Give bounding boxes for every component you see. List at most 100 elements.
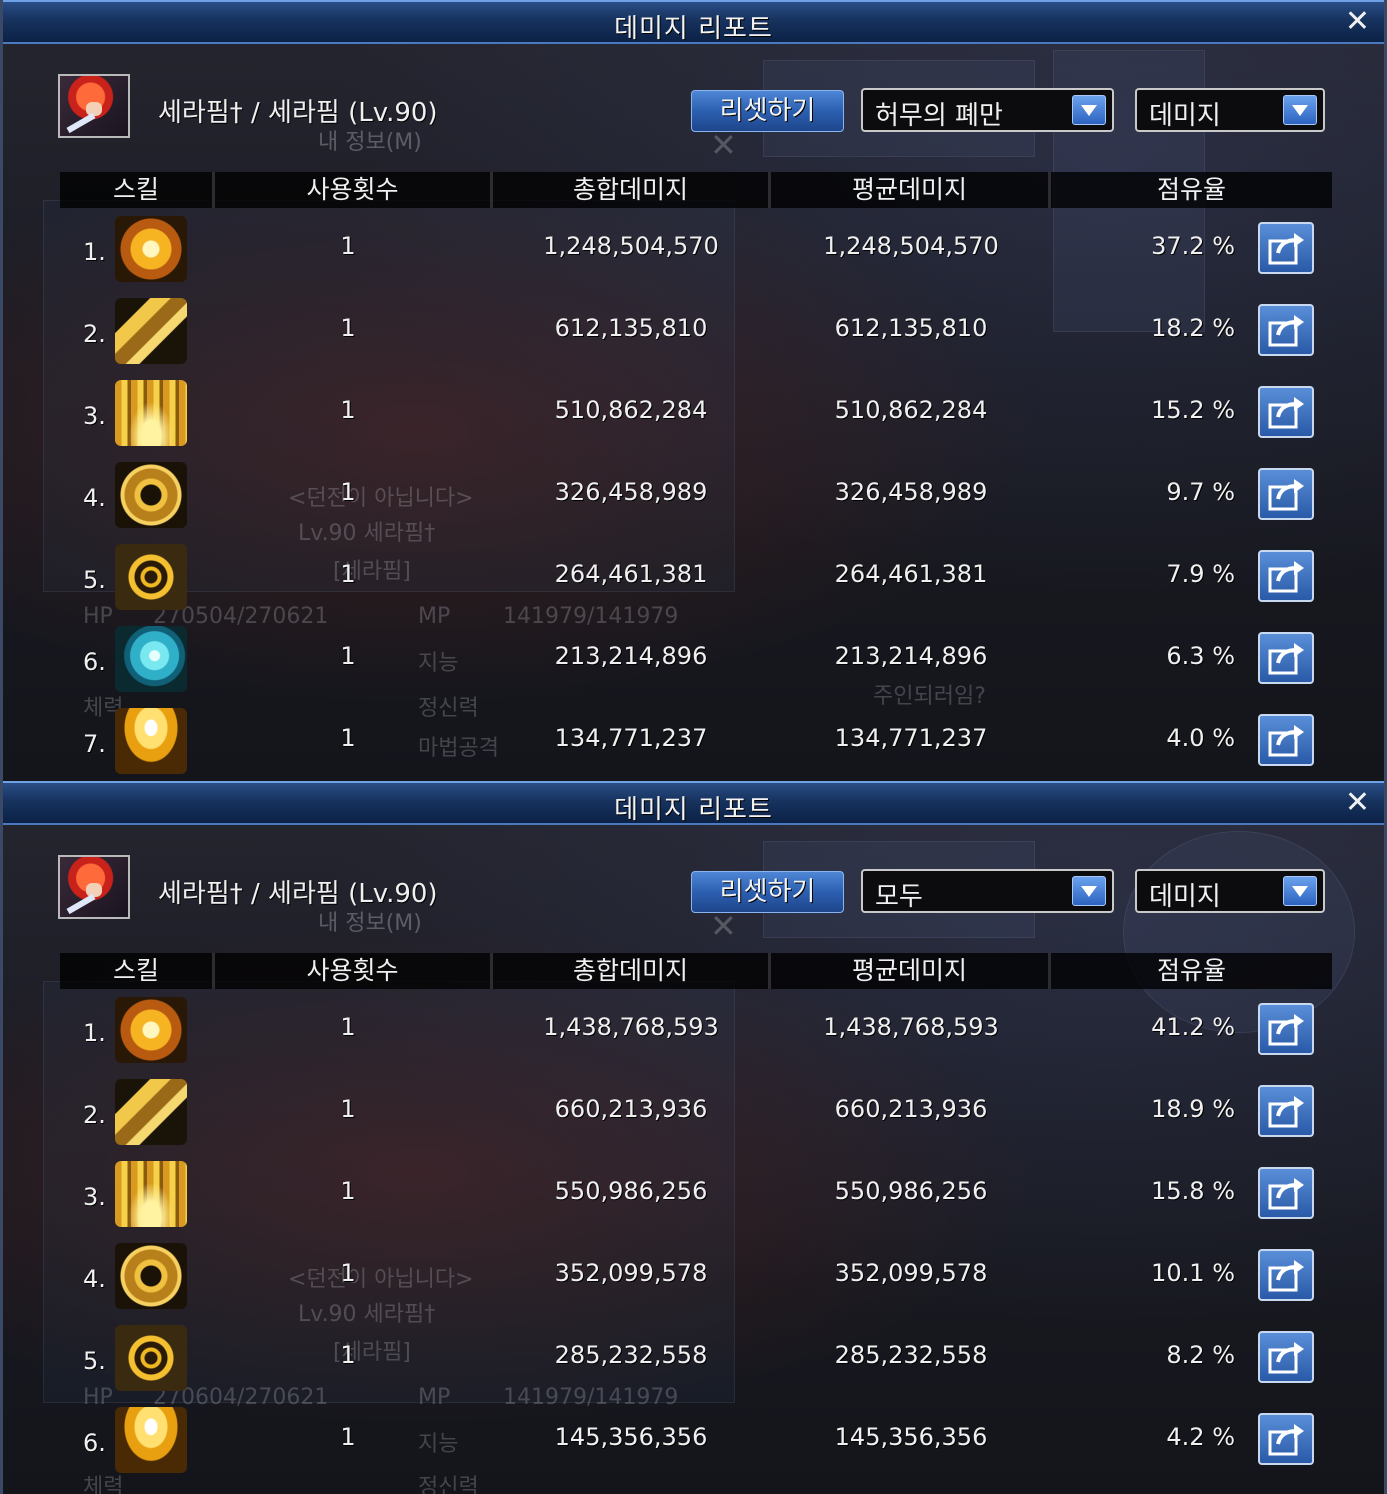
avatar-sword <box>66 112 96 134</box>
column-total-damage[interactable]: 총합데미지 <box>493 953 771 989</box>
chevron-down-icon[interactable] <box>1283 95 1317 125</box>
share-icon[interactable] <box>1258 304 1314 356</box>
character-avatar <box>58 855 130 919</box>
column-skill[interactable]: 스킬 <box>60 953 215 989</box>
share-icon[interactable] <box>1258 1413 1314 1465</box>
table-header: 스킬 사용횟수 총합데미지 평균데미지 점유율 <box>60 172 1332 208</box>
damage-report-window-2: HP 270604/270621 MP 141979/141979 지능 체력 … <box>0 781 1387 1494</box>
table-header: 스킬 사용횟수 총합데미지 평균데미지 점유율 <box>60 953 1332 989</box>
column-skill[interactable]: 스킬 <box>60 172 215 208</box>
window-title: 데미지 리포트 <box>614 14 773 44</box>
report-type-select[interactable]: 데미지 <box>1135 869 1325 913</box>
my-info-label: 내 정보(M) <box>318 130 422 155</box>
share-icon[interactable] <box>1258 632 1314 684</box>
average-damage: 213,214,896 <box>834 642 988 670</box>
dungeon-select[interactable]: 허무의 폐만 <box>861 88 1114 132</box>
use-count: 1 <box>340 232 356 260</box>
use-count: 1 <box>340 1013 356 1041</box>
row-rank: 1. <box>83 238 106 266</box>
report-type-value: 데미지 <box>1149 101 1221 131</box>
total-damage: 1,438,768,593 <box>543 1013 719 1041</box>
row-rank: 2. <box>83 320 106 348</box>
row-rank: 6. <box>83 648 106 676</box>
use-count: 1 <box>340 396 356 424</box>
row-rank: 5. <box>83 1347 106 1375</box>
average-damage: 352,099,578 <box>834 1259 988 1287</box>
title-bar[interactable]: 데미지 리포트 ✕ <box>3 0 1384 44</box>
table-row: 5. 1 285,232,558 285,232,558 8.2 % <box>3 1317 1384 1399</box>
holy-shield-skill-icon <box>115 1243 187 1309</box>
table-row: 7. 1 134,771,237 134,771,237 4.0 % <box>3 700 1384 781</box>
total-damage: 326,458,989 <box>554 478 708 506</box>
column-share[interactable]: 점유율 <box>1051 172 1332 208</box>
column-use-count[interactable]: 사용횟수 <box>215 172 493 208</box>
total-damage: 612,135,810 <box>554 314 708 342</box>
close-icon[interactable]: ✕ <box>1345 787 1370 819</box>
share-icon[interactable] <box>1258 468 1314 520</box>
average-damage: 510,862,284 <box>834 396 988 424</box>
share-icon[interactable] <box>1258 550 1314 602</box>
average-damage: 612,135,810 <box>834 314 988 342</box>
use-count: 1 <box>340 1423 356 1451</box>
report-type-select[interactable]: 데미지 <box>1135 88 1325 132</box>
chevron-down-icon[interactable] <box>1283 876 1317 906</box>
table-row: 3. 1 550,986,256 550,986,256 15.8 % <box>3 1153 1384 1235</box>
reset-button[interactable]: 리셋하기 <box>691 871 844 913</box>
report-header: 세라핌† / 세라핌 (Lv.90) 내 정보(M) ✕ 리셋하기 모두 데미지 <box>58 855 1358 945</box>
total-damage: 1,248,504,570 <box>543 232 719 260</box>
share-icon[interactable] <box>1258 1003 1314 1055</box>
share-percent: 15.8 % <box>1151 1177 1235 1205</box>
use-count: 1 <box>340 1341 356 1369</box>
golden-lance-skill-icon <box>115 1079 187 1145</box>
row-rank: 4. <box>83 484 106 512</box>
use-count: 1 <box>340 560 356 588</box>
column-total-damage[interactable]: 총합데미지 <box>493 172 771 208</box>
dungeon-select-value: 허무의 폐만 <box>875 101 1003 131</box>
column-share[interactable]: 점유율 <box>1051 953 1332 989</box>
column-use-count[interactable]: 사용횟수 <box>215 953 493 989</box>
column-average-damage[interactable]: 평균데미지 <box>771 953 1051 989</box>
share-percent: 9.7 % <box>1166 478 1235 506</box>
title-bar[interactable]: 데미지 리포트 ✕ <box>3 781 1384 825</box>
use-count: 1 <box>340 1095 356 1123</box>
table-row: 1. 1 1,438,768,593 1,438,768,593 41.2 % <box>3 989 1384 1071</box>
share-percent: 37.2 % <box>1151 232 1235 260</box>
average-damage: 134,771,237 <box>834 724 988 752</box>
reset-button[interactable]: 리셋하기 <box>691 90 844 132</box>
light-burst-skill-icon <box>115 708 187 774</box>
share-icon[interactable] <box>1258 1249 1314 1301</box>
total-damage: 352,099,578 <box>554 1259 708 1287</box>
dungeon-select[interactable]: 모두 <box>861 869 1114 913</box>
chevron-down-icon[interactable] <box>1072 95 1106 125</box>
column-average-damage[interactable]: 평균데미지 <box>771 172 1051 208</box>
share-icon[interactable] <box>1258 222 1314 274</box>
dungeon-select-value: 모두 <box>875 882 923 912</box>
window-title: 데미지 리포트 <box>614 795 773 825</box>
chevron-down-icon[interactable] <box>1072 876 1106 906</box>
cross-target-skill-icon <box>115 1325 187 1391</box>
share-percent: 6.3 % <box>1166 642 1235 670</box>
share-icon[interactable] <box>1258 714 1314 766</box>
row-rank: 3. <box>83 402 106 430</box>
share-icon[interactable] <box>1258 1331 1314 1383</box>
row-rank: 4. <box>83 1265 106 1293</box>
use-count: 1 <box>340 314 356 342</box>
row-rank: 6. <box>83 1429 106 1457</box>
total-damage: 510,862,284 <box>554 396 708 424</box>
share-icon[interactable] <box>1258 386 1314 438</box>
share-icon[interactable] <box>1258 1085 1314 1137</box>
report-header: 세라핌† / 세라핌 (Lv.90) 내 정보(M) ✕ 리셋하기 허무의 폐만… <box>58 74 1358 164</box>
holy-shield-skill-icon <box>115 462 187 528</box>
average-damage: 1,248,504,570 <box>823 232 999 260</box>
total-damage: 213,214,896 <box>554 642 708 670</box>
use-count: 1 <box>340 724 356 752</box>
share-percent: 7.9 % <box>1166 560 1235 588</box>
share-percent: 8.2 % <box>1166 1341 1235 1369</box>
average-damage: 550,986,256 <box>834 1177 988 1205</box>
table-row: 4. 1 326,458,989 326,458,989 9.7 % <box>3 454 1384 536</box>
close-icon[interactable]: ✕ <box>1345 6 1370 38</box>
share-icon[interactable] <box>1258 1167 1314 1219</box>
avatar-sword <box>66 893 96 915</box>
table-row: 1. 1 1,248,504,570 1,248,504,570 37.2 % <box>3 208 1384 290</box>
average-damage: 145,356,356 <box>834 1423 988 1451</box>
